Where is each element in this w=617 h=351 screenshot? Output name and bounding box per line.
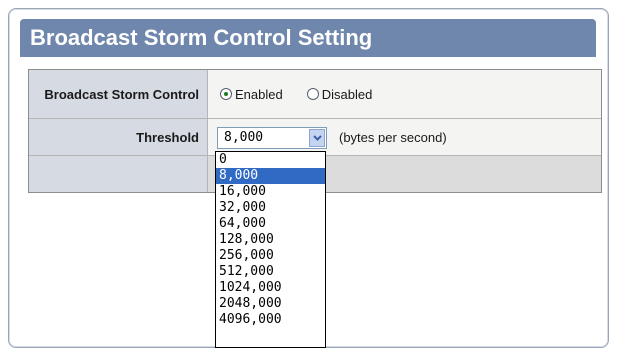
threshold-label: Threshold [29,119,208,155]
dropdown-option[interactable]: 8,000 [216,168,325,184]
threshold-value: 8,000 (bytes per second) [208,119,601,155]
enabled-radio-label[interactable]: Enabled [235,87,283,102]
threshold-select-value: 8,000 [224,130,264,145]
disabled-radio[interactable] [306,88,319,100]
dropdown-option[interactable]: 1024,000 [216,280,325,296]
dropdown-option[interactable]: 128,000 [216,232,325,248]
page-title: Broadcast Storm Control Setting [30,25,373,50]
broadcast-storm-control-radio-group: Enabled Disabled [208,87,396,102]
dropdown-option[interactable]: 4096,000 [216,312,325,328]
dropdown-option[interactable]: 0 [216,152,325,168]
threshold-select[interactable]: 8,000 [217,127,327,149]
dropdown-option[interactable]: 64,000 [216,216,325,232]
chevron-down-icon[interactable] [309,129,325,147]
dropdown-option[interactable]: 2048,000 [216,296,325,312]
dropdown-option[interactable]: 512,000 [216,264,325,280]
threshold-unit: (bytes per second) [339,130,447,145]
broadcast-storm-control-row: Broadcast Storm Control Enabled Disabled [29,70,601,119]
broadcast-storm-control-label: Broadcast Storm Control [29,70,208,118]
threshold-dropdown-list[interactable]: 0 8,000 16,000 32,000 64,000 128,000 256… [215,151,326,348]
dropdown-option[interactable]: 32,000 [216,200,325,216]
broadcast-storm-control-value: Enabled Disabled [208,70,601,118]
panel-header: Broadcast Storm Control Setting [20,19,596,57]
dropdown-option[interactable]: 16,000 [216,184,325,200]
action-label-cell [29,156,208,192]
dropdown-option[interactable]: 256,000 [216,248,325,264]
enabled-radio[interactable] [220,88,232,100]
disabled-radio-label[interactable]: Disabled [322,87,373,102]
